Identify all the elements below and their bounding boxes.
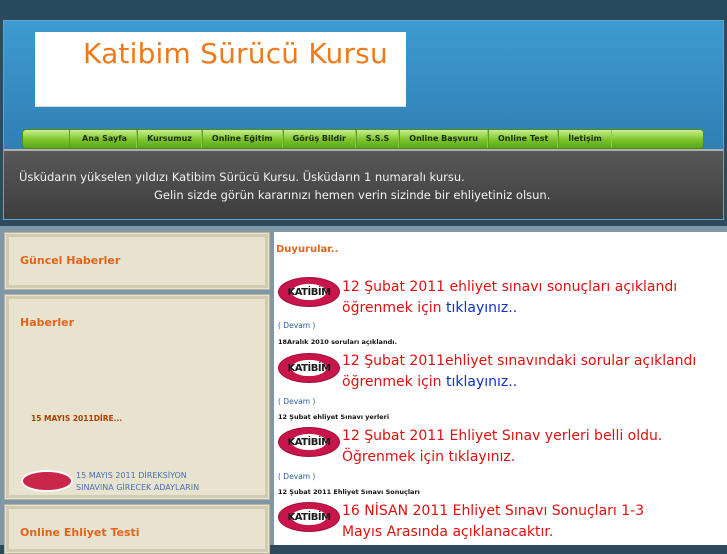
top-bar (0, 0, 727, 18)
nav-kursumuz[interactable]: Kursumuz (137, 130, 202, 148)
announcement-subline: öğrenmek için tıklayınız.. (342, 374, 517, 390)
logo[interactable]: Katibim Sürücü Kursu (35, 32, 406, 107)
news-thumbnail (21, 470, 73, 492)
panel-online-ehliyet-testi: Online Ehliyet Testi (4, 504, 270, 554)
announcement-subline-text: öğrenmek için (342, 300, 446, 316)
announcement-heading[interactable]: 12 Şubat ehliyet Sınavı yerleri (278, 413, 389, 421)
panel-title-haberler: Haberler (20, 316, 75, 329)
announcement-link[interactable]: tıklayınız.. (446, 374, 517, 390)
news-ticker-line-1: 15 MAYIS 2011 DİREKSİYON (76, 471, 187, 480)
main-nav: Ana Sayfa Kursumuz Online Eğitim Görüş B… (22, 129, 704, 149)
panel-title-online-ehliyet-testi: Online Ehliyet Testi (20, 526, 140, 539)
nav-sss[interactable]: S.S.S (355, 130, 400, 148)
announcement-subline-text: öğrenmek için (342, 374, 446, 390)
logo-text: Katibim Sürücü Kursu (83, 37, 388, 70)
announcement-subline: öğrenmek için tıklayınız.. (342, 300, 517, 316)
announcement-headline: 16 NİSAN 2011 Ehliyet Sınavı Sonuçları 1… (342, 503, 645, 519)
nav-online-egitim[interactable]: Online Eğitim (201, 130, 283, 148)
devam-link[interactable]: ( Devam ) (278, 397, 315, 406)
panel-guncel-haberler: Güncel Haberler (4, 232, 270, 290)
announcement-logo: KATİBİM (278, 353, 340, 383)
announcement-subline[interactable]: Öğrenmek için tıklayınız. (342, 449, 515, 465)
nav-online-test[interactable]: Online Test (487, 130, 559, 148)
news-link[interactable]: 15 MAYIS 2011DİRE... (31, 414, 122, 423)
announcement-heading[interactable]: 12 Şubat 2011 Ehliyet Sınavı Sonuçları (278, 488, 420, 496)
announcement-link[interactable]: tıklayınız.. (446, 300, 517, 316)
banner-line-1: Üsküdarın yükselen yıldızı Katibim Sürüc… (19, 170, 465, 184)
announcement-headline: 12 Şubat 2011ehliyet sınavındaki sorular… (342, 353, 697, 369)
announcement-logo: KATİBİM (278, 277, 340, 307)
devam-link[interactable]: ( Devam ) (278, 472, 315, 481)
announcement-headline: 12 Şubat 2011 ehliyet sınavı sonuçları a… (342, 279, 678, 295)
banner-line-2: Gelin sizde görün kararınızı hemen verin… (154, 188, 551, 202)
announcement-logo-text: KATİBİM (287, 362, 331, 374)
announcement-subline: Mayıs Arasında açıklanacaktır. (342, 524, 554, 540)
sidebar: Güncel Haberler Haberler 15 MAYIS 2011Dİ… (4, 232, 270, 554)
announcements-panel: Duyurular.. KATİBİM 12 Şubat 2011 ehliye… (274, 232, 727, 545)
nav-online-basvuru[interactable]: Online Başvuru (399, 130, 488, 148)
devam-link[interactable]: ( Devam ) (278, 321, 315, 330)
announcement-logo-text: KATİBİM (287, 436, 331, 448)
announcement-logo-text: KATİBİM (287, 286, 331, 298)
news-ticker-line-2: SINAVINA GİRECEK ADAYLARIN (76, 483, 200, 492)
welcome-banner: Üsküdarın yükselen yıldızı Katibim Sürüc… (4, 149, 723, 219)
panel-title-guncel-haberler: Güncel Haberler (20, 254, 121, 267)
nav-iletisim[interactable]: İletişim (558, 130, 612, 148)
announcement-logo: KATİBİM (278, 502, 340, 532)
nav-gorus-bildir[interactable]: Görüş Bildir (282, 130, 356, 148)
news-ticker[interactable]: 15 MAYIS 2011 DİREKSİYON SINAVINA GİRECE… (76, 470, 256, 492)
announcement-headline: 12 Şubat 2011 Ehliyet Sınav yerleri bell… (342, 428, 663, 444)
announcements-title: Duyurular.. (276, 244, 339, 255)
nav-ana-sayfa[interactable]: Ana Sayfa (69, 130, 138, 148)
site-header: Katibim Sürücü Kursu Ana Sayfa Kursumuz … (3, 20, 724, 220)
announcement-logo: KATİBİM (278, 427, 340, 457)
announcement-logo-text: KATİBİM (287, 511, 331, 523)
announcement-heading[interactable]: 18Aralık 2010 soruları açıklandı. (278, 338, 397, 346)
